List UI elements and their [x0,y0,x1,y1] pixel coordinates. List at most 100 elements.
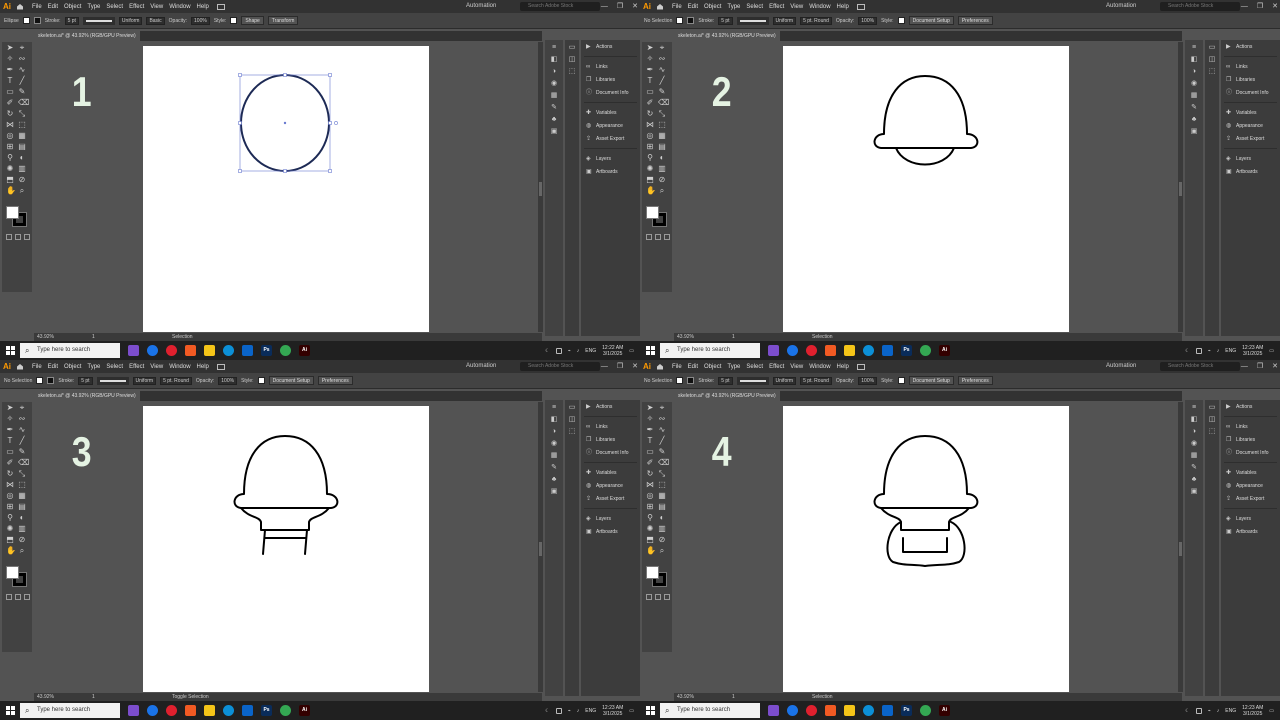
selection-tool-icon[interactable]: ➤ [646,404,654,412]
lasso-tool-icon[interactable]: ∾ [658,415,666,423]
lasso-tool-icon[interactable]: ∾ [18,55,26,63]
taskbar-app-illustrator-icon[interactable]: Ai [299,705,310,716]
shaper-tool-icon[interactable]: ✐ [6,99,14,107]
paintbrush-tool-icon[interactable]: ✎ [18,448,26,456]
shaper-tool-icon[interactable]: ✐ [646,459,654,467]
network-icon[interactable]: ⌁ [568,348,571,354]
magic-wand-tool-icon[interactable]: ✧ [646,415,654,423]
taskbar-app-brave-icon[interactable] [185,345,196,356]
magic-wand-tool-icon[interactable]: ✧ [6,55,14,63]
graphic-style-swatch[interactable] [897,17,905,24]
windows-start-icon[interactable] [0,341,20,360]
close-button[interactable]: ✕ [632,360,638,373]
taskbar-app-photoshop-icon[interactable]: Ps [901,705,912,716]
shape-builder-tool-icon[interactable]: ◎ [6,132,14,140]
artboard-navigator[interactable]: 1 [92,333,95,341]
opacity-field[interactable]: 100% [858,376,878,385]
restore-button[interactable]: ❐ [617,0,623,13]
hand-tool-icon[interactable]: ✋ [646,187,656,195]
rectangle-tool-icon[interactable]: ▭ [6,448,14,456]
swatches-panel-icon[interactable]: ▦ [1189,92,1199,100]
fill-swatch[interactable] [36,377,44,384]
width-tool-icon[interactable]: ⋈ [646,481,654,489]
curvature-tool-icon[interactable]: ∿ [658,66,666,74]
panel-item-variables[interactable]: ✚ Variables [1221,466,1280,479]
menu-file[interactable]: File [672,4,682,10]
shape-builder-tool-icon[interactable]: ◎ [646,132,654,140]
blend-tool-icon[interactable]: ◐ [658,514,666,522]
volume-icon[interactable]: ♪ [577,348,580,354]
control-button-2[interactable]: Preferences [957,16,993,25]
curvature-tool-icon[interactable]: ∿ [658,426,666,434]
stroke-swatch[interactable] [687,377,695,384]
stroke-weight-dropdown[interactable]: 5 pt [78,376,93,385]
taskbar-app-opera-icon[interactable] [166,345,177,356]
panel-item-links[interactable]: ∞ Links [581,60,640,73]
notifications-icon[interactable]: ▭ [1269,348,1274,354]
menu-view[interactable]: View [150,4,163,10]
graphic-styles-panel-icon[interactable]: ▣ [549,128,559,136]
panel-item-variables[interactable]: ✚ Variables [581,106,640,119]
panel-item-appearance[interactable]: ◍ Appearance [1221,479,1280,492]
pen-tool-icon[interactable]: ✒ [6,66,14,74]
panel-item-document-info[interactable]: ⓘ Document Info [581,446,640,459]
network-icon[interactable]: ⌁ [1208,348,1211,354]
artboard-navigator[interactable]: 1 [732,693,735,701]
minimize-button[interactable]: — [601,0,608,13]
brush-dropdown[interactable]: 5 pt. Round [160,376,192,385]
taskbar-app-chrome-2-icon[interactable] [920,345,931,356]
taskbar-app-clipchamp-icon[interactable] [128,705,139,716]
menu-select[interactable]: Select [106,4,123,10]
eyedropper-tool-icon[interactable]: ⚲ [6,154,14,162]
eyedropper-tool-icon[interactable]: ⚲ [646,514,654,522]
curvature-tool-icon[interactable]: ∿ [18,66,26,74]
color-button[interactable] [646,594,652,600]
menu-view[interactable]: View [790,364,803,370]
control-button-2[interactable]: Preferences [957,376,993,385]
color-button[interactable] [6,594,12,600]
taskbar-app-chrome-icon[interactable] [787,345,798,356]
panel-item-actions[interactable]: ▶ Actions [581,400,640,413]
align-panel-icon[interactable]: ▭ [567,404,577,412]
direct-selection-tool-icon[interactable]: ⌖ [658,404,666,412]
free-transform-tool-icon[interactable]: ⬚ [658,121,666,129]
variable-width-preview[interactable] [96,376,129,385]
zoom-tool-icon[interactable]: ⌕ [18,187,26,195]
align-panel-icon[interactable]: ▭ [567,44,577,52]
symbol-sprayer-tool-icon[interactable]: ✺ [646,525,654,533]
align-panel-icon[interactable]: ▭ [1207,44,1217,52]
taskbar-app-outlook-icon[interactable] [882,705,893,716]
panel-item-document-info[interactable]: ⓘ Document Info [1221,446,1280,459]
artboard-tool-icon[interactable]: ⬒ [6,176,14,184]
selection-tool-icon[interactable]: ➤ [6,404,14,412]
line-tool-icon[interactable]: ╱ [18,437,26,445]
swatches-panel-icon[interactable]: ▦ [549,92,559,100]
rectangle-tool-icon[interactable]: ▭ [646,448,654,456]
notifications-icon[interactable]: ▭ [629,348,634,354]
panel-item-libraries[interactable]: ❐ Libraries [581,73,640,86]
type-tool-icon[interactable]: T [6,77,14,85]
volume-icon[interactable]: ♪ [1217,348,1220,354]
gradient-panel-icon[interactable]: ◧ [1189,56,1199,64]
direct-selection-tool-icon[interactable]: ⌖ [18,44,26,52]
magic-wand-tool-icon[interactable]: ✧ [646,55,654,63]
transform-panel-icon[interactable]: ⬚ [1207,428,1217,436]
restore-button[interactable]: ❐ [617,360,623,373]
panel-item-document-info[interactable]: ⓘ Document Info [581,86,640,99]
menu-window[interactable]: Window [809,364,830,370]
artboard-tool-icon[interactable]: ⬒ [646,176,654,184]
symbols-panel-icon[interactable]: ♣ [1189,476,1199,484]
lasso-tool-icon[interactable]: ∾ [18,415,26,423]
none-button[interactable] [664,594,670,600]
color-panel-icon[interactable]: ◉ [549,440,559,448]
restore-button[interactable]: ❐ [1257,360,1263,373]
taskbar-app-chrome-icon[interactable] [147,705,158,716]
brushes-panel-icon[interactable]: ✎ [549,464,559,472]
taskbar-app-photoshop-icon[interactable]: Ps [261,345,272,356]
zoom-field[interactable]: 43.92% [37,693,54,701]
stroke-panel-icon[interactable]: ≡ [549,404,559,412]
eraser-tool-icon[interactable]: ⌫ [658,459,669,467]
pen-tool-icon[interactable]: ✒ [6,426,14,434]
pathfinder-panel-icon[interactable]: ◫ [567,56,577,64]
menu-file[interactable]: File [32,364,42,370]
